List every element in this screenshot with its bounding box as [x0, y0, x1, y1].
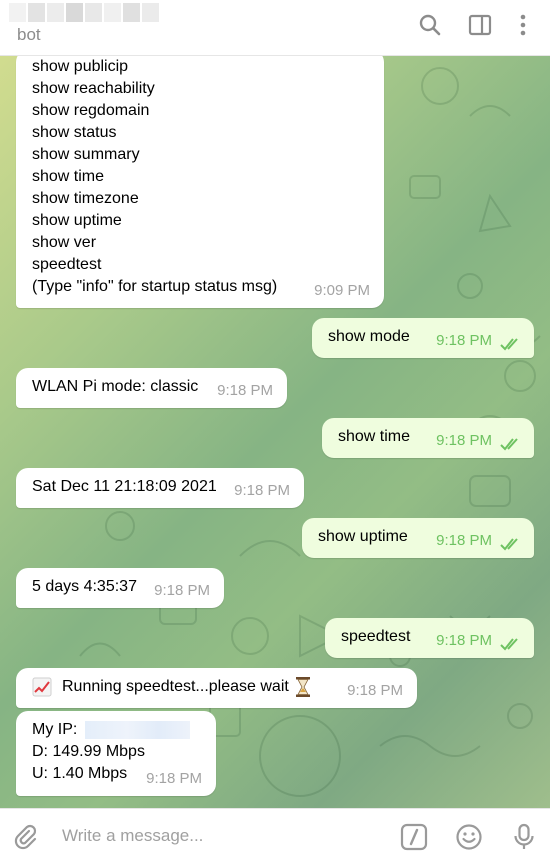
message-out-show-mode[interactable]: show mode 9:18 PM [312, 318, 534, 358]
message-time: 9:18 PM [436, 332, 492, 349]
message-time: 9:18 PM [217, 382, 273, 399]
message-text: WLAN Pi mode: classic [32, 378, 199, 395]
message-in-wlan-mode[interactable]: WLAN Pi mode: classic 9:18 PM [16, 368, 287, 408]
bot-command-icon[interactable] [400, 823, 428, 851]
my-ip-label: My IP: [32, 721, 78, 738]
help-command-line: show regdomain [32, 102, 150, 119]
message-in-time[interactable]: Sat Dec 11 21:18:09 2021 9:18 PM [16, 468, 304, 508]
more-vertical-icon[interactable] [510, 12, 536, 38]
help-command-line: show summary [32, 146, 140, 163]
message-text: show uptime [318, 528, 408, 545]
chat-subtitle: bot [17, 25, 41, 44]
help-command-line: show ver [32, 234, 97, 251]
message-out-speedtest[interactable]: speedtest 9:18 PM [325, 618, 534, 658]
message-in-running-speedtest[interactable]: Running speedtest...please wait 9:18 PM [16, 668, 417, 708]
telegram-chat-window: bot show publicip show reachability show… [0, 0, 550, 863]
microphone-icon[interactable] [510, 823, 538, 851]
message-text: Sat Dec 11 21:18:09 2021 [32, 478, 217, 495]
message-time: 9:18 PM [436, 532, 492, 549]
help-command-line: show time [32, 168, 105, 185]
redacted-ip [85, 720, 191, 739]
message-time: 9:18 PM [234, 482, 290, 499]
help-command-list: show publicip show reachability show regdo… [32, 56, 370, 298]
message-time: 9:18 PM [154, 582, 210, 599]
help-command-line: show uptime [32, 212, 122, 229]
message-time: 9:18 PM [436, 432, 492, 449]
help-command-line: show publicip [32, 58, 129, 75]
chat-header: bot [0, 0, 550, 56]
search-icon[interactable] [417, 12, 443, 38]
read-ticks-icon [500, 338, 518, 351]
message-list[interactable]: show publicip show reachability show regdo… [0, 56, 550, 808]
message-out-show-time[interactable]: show time 9:18 PM [322, 418, 534, 458]
chat-title-redacted[interactable] [9, 3, 159, 22]
message-time: 9:18 PM [436, 632, 492, 649]
message-in-speedtest-result[interactable]: My IP: D: 149.99 Mbps U: 1.40 Mbps 9:18 … [16, 711, 216, 796]
message-input-bar: Write a message... [0, 808, 550, 863]
message-text: speedtest [341, 628, 411, 645]
sidebar-toggle-icon[interactable] [467, 12, 493, 38]
help-command-line: show reachability [32, 80, 155, 97]
chart-increasing-icon [32, 677, 52, 697]
message-in-uptime[interactable]: 5 days 4:35:37 9:18 PM [16, 568, 224, 608]
read-ticks-icon [500, 538, 518, 551]
read-ticks-icon [500, 638, 518, 651]
help-command-line: speedtest [32, 256, 102, 273]
message-time: 9:18 PM [146, 770, 202, 787]
hourglass-icon [295, 677, 310, 697]
message-text: show time [338, 428, 411, 445]
message-out-show-uptime[interactable]: show uptime 9:18 PM [302, 518, 534, 558]
message-text: Running speedtest...please wait [62, 678, 289, 696]
help-command-line: show timezone [32, 190, 139, 207]
message-input[interactable]: Write a message... [62, 826, 203, 846]
read-ticks-icon [500, 438, 518, 451]
help-command-line: show status [32, 124, 117, 141]
message-text: show mode [328, 328, 410, 345]
message-time: 9:09 PM [314, 282, 370, 299]
download-speed: D: 149.99 Mbps [32, 743, 145, 760]
message-help-list[interactable]: show publicip show reachability show regdo… [16, 56, 384, 308]
message-text: 5 days 4:35:37 [32, 578, 137, 595]
attach-icon[interactable] [11, 823, 39, 851]
message-time: 9:18 PM [347, 682, 403, 699]
emoji-icon[interactable] [455, 823, 483, 851]
